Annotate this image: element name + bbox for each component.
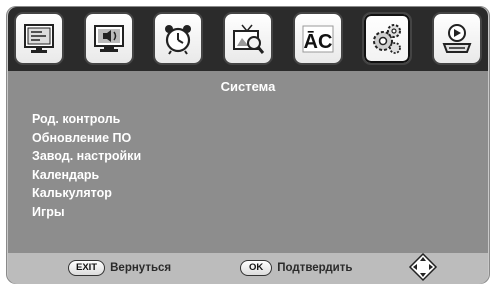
channel-search-icon — [232, 24, 265, 54]
menu-item-games[interactable]: Игры — [32, 203, 141, 222]
footer-hints: EXIT Вернуться OK Подтвердить — [8, 252, 488, 284]
tab-picture[interactable] — [14, 12, 64, 65]
ok-hint-label: Подтвердить — [277, 262, 353, 274]
ok-hint[interactable]: OK Подтвердить — [240, 260, 352, 276]
media-player-icon — [442, 23, 472, 53]
language-icon: ĀC — [302, 25, 334, 53]
system-panel: Система Род. контроль Обновление ПО Заво… — [8, 71, 488, 253]
menu-item-software-update[interactable]: Обновление ПО — [32, 129, 141, 148]
system-gears-icon — [373, 23, 402, 54]
tab-media[interactable] — [431, 12, 482, 65]
system-menu: Род. контроль Обновление ПО Завод. настр… — [32, 110, 141, 222]
exit-key-badge: EXIT — [68, 260, 106, 276]
language-icon-text: ĀC — [303, 31, 332, 53]
tab-sound[interactable] — [83, 12, 134, 65]
page-title: Система — [220, 79, 276, 94]
menu-item-parental-control[interactable]: Род. контроль — [32, 110, 141, 129]
menu-item-calendar[interactable]: Календарь — [32, 166, 141, 185]
menu-item-factory-reset[interactable]: Завод. настройки — [32, 147, 141, 166]
exit-hint[interactable]: EXIT Вернуться — [68, 260, 171, 276]
tab-timer[interactable] — [153, 12, 204, 65]
tab-channel[interactable] — [222, 12, 273, 65]
exit-hint-label: Вернуться — [110, 262, 172, 274]
timer-icon — [165, 24, 192, 55]
menu-item-calculator[interactable]: Калькулятор — [32, 184, 141, 203]
sound-icon — [93, 24, 124, 52]
picture-icon — [24, 23, 54, 53]
ok-key-badge: OK — [240, 260, 273, 276]
tab-language[interactable]: ĀC — [292, 12, 343, 65]
tab-list: ĀC — [14, 12, 482, 65]
tab-system[interactable] — [362, 12, 413, 65]
menu-tab-bar: ĀC — [8, 7, 488, 74]
dpad-icon — [408, 252, 438, 282]
